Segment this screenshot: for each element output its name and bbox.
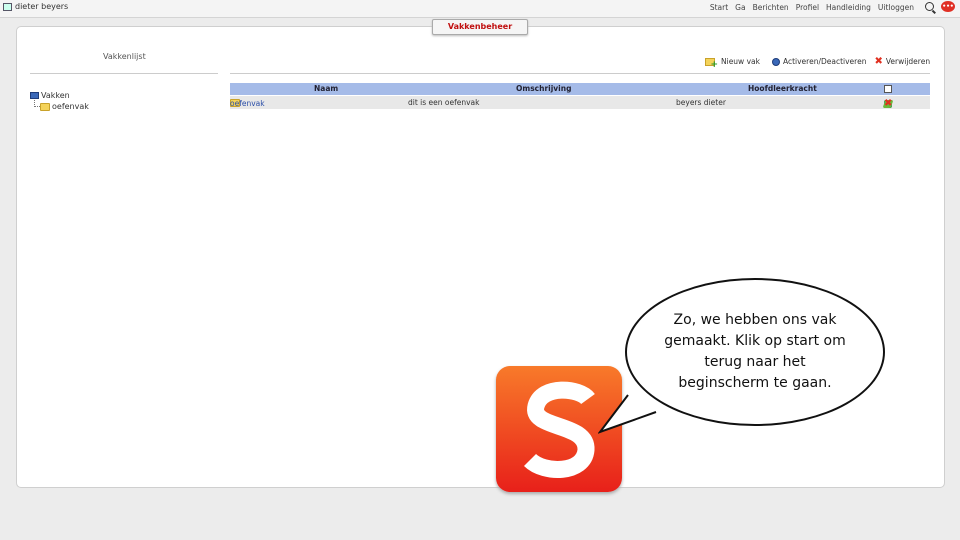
chat-icon[interactable]: ••• <box>941 1 955 12</box>
toggle-label: Activeren/Deactiveren <box>782 57 867 66</box>
tree-root-label: Vakken <box>41 91 70 100</box>
folder-icon <box>40 102 50 111</box>
monitor-icon <box>3 2 12 11</box>
top-nav: Start Ga Berichten Profiel Handleiding U… <box>710 3 914 12</box>
nav-uitloggen[interactable]: Uitloggen <box>878 3 914 12</box>
new-course-label: Nieuw vak <box>721 57 760 66</box>
sidebar-title: Vakkenlijst <box>103 52 146 61</box>
speech-bubble: Zo, we hebben ons vak gemaakt. Klik op s… <box>625 278 885 426</box>
tree-item-label: oefenvak <box>52 102 89 111</box>
row-name: oefenvak <box>230 99 265 108</box>
top-bar: dieter beyers Start Ga Berichten Profiel… <box>0 0 960 18</box>
page-tab[interactable]: Vakkenbeheer <box>432 19 528 35</box>
delete-icon[interactable]: ✖ <box>884 99 892 109</box>
user-info: dieter beyers <box>3 2 68 11</box>
row-teacher: beyers dieter <box>676 98 726 107</box>
tree-item-oefenvak[interactable]: oefenvak <box>40 102 89 111</box>
row-description: dit is een oefenvak <box>408 98 480 107</box>
nav-ga[interactable]: Ga <box>735 3 745 12</box>
sidebar-divider <box>30 73 218 74</box>
nav-berichten[interactable]: Berichten <box>753 3 789 12</box>
new-course-button[interactable]: Nieuw vak <box>705 57 760 70</box>
nav-handleiding[interactable]: Handleiding <box>826 3 871 12</box>
delete-icon: ✖ <box>874 55 883 67</box>
table-header: Naam Omschrijving Hoofdleerkracht <box>230 83 930 95</box>
delete-button[interactable]: ✖ Verwijderen <box>874 55 931 67</box>
tree-root[interactable]: Vakken <box>30 91 70 100</box>
user-name: dieter beyers <box>15 2 69 11</box>
nav-start[interactable]: Start <box>710 3 728 12</box>
nav-profiel[interactable]: Profiel <box>796 3 819 12</box>
toggle-active-button[interactable]: Activeren/Deactiveren <box>771 57 867 66</box>
search-icon[interactable] <box>925 2 934 11</box>
monitor-icon <box>30 92 39 99</box>
select-all-checkbox[interactable] <box>884 85 892 93</box>
bubble-text: Zo, we hebben ons vak gemaakt. Klik op s… <box>664 312 846 391</box>
new-folder-icon <box>705 57 718 70</box>
col-naam[interactable]: Naam <box>314 84 338 93</box>
table-row: oefenvak dit is een oefenvak beyers diet… <box>230 96 930 109</box>
content-divider <box>230 73 930 74</box>
col-omschrijving[interactable]: Omschrijving <box>516 84 571 93</box>
toggle-icon <box>771 57 780 66</box>
delete-label: Verwijderen <box>885 57 931 66</box>
toolbar: Nieuw vak Activeren/Deactiveren ✖ Verwij… <box>705 55 931 70</box>
col-hoofdleerkracht[interactable]: Hoofdleerkracht <box>748 84 817 93</box>
